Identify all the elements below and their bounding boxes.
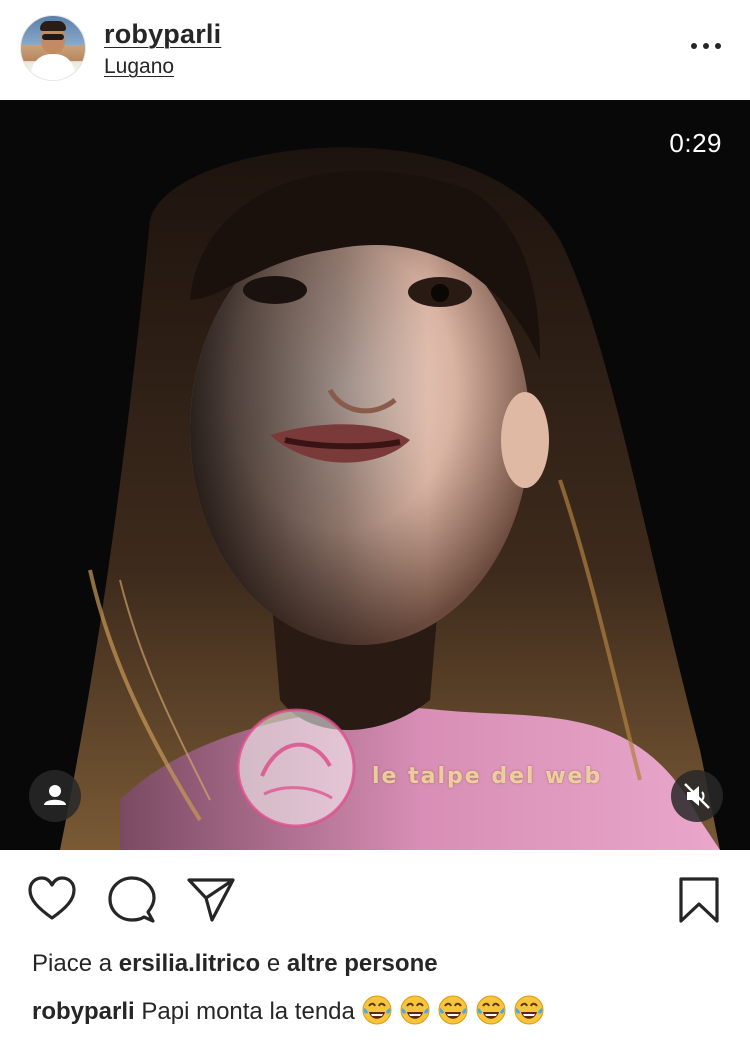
username-link[interactable]: robyparli (104, 19, 221, 50)
caption-text: Papi monta la tenda (141, 998, 355, 1025)
watermark-logo (236, 708, 356, 828)
more-dots-icon[interactable] (684, 30, 728, 60)
tears-of-joy-emoji (475, 994, 507, 1026)
user-tag-icon[interactable] (29, 770, 81, 822)
instagram-post: robyparli Lugano 0:29 le talpe del web P… (0, 0, 750, 1042)
tears-of-joy-emoji (437, 994, 469, 1026)
action-bar (0, 850, 750, 950)
tears-of-joy-emoji (361, 994, 393, 1026)
heart-icon[interactable] (28, 876, 76, 922)
tears-of-joy-emoji (513, 994, 545, 1026)
caption-username-link[interactable]: robyparli (32, 998, 135, 1025)
sound-off-icon[interactable] (671, 770, 723, 822)
video-frame (0, 100, 750, 850)
video-timer: 0:29 (669, 128, 722, 158)
likes-others-link[interactable]: altre persone (287, 950, 438, 977)
liker-username-link[interactable]: ersilia.litrico (119, 950, 260, 977)
caption: robyparli Papi monta la tenda (32, 994, 545, 1026)
location-link[interactable]: Lugano (104, 55, 174, 79)
likes-prefix: Piace a (32, 950, 113, 977)
post-header: robyparli Lugano (0, 0, 750, 100)
bookmark-icon[interactable] (678, 876, 720, 924)
paper-plane-icon[interactable] (186, 876, 236, 924)
avatar[interactable] (20, 15, 86, 81)
caption-emoji-row (355, 995, 545, 1025)
likes-line: Piace a ersilia.litrico e altre persone (32, 950, 438, 978)
tears-of-joy-emoji (399, 994, 431, 1026)
watermark-text: le talpe del web (372, 764, 603, 789)
comment-icon[interactable] (108, 876, 156, 924)
video-player[interactable]: 0:29 le talpe del web (0, 100, 750, 850)
likes-joiner: e (266, 950, 281, 977)
